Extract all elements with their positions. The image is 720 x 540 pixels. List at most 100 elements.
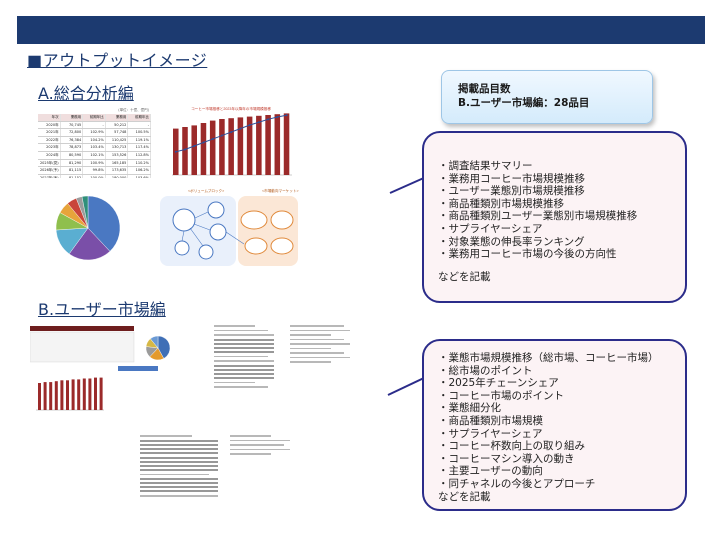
diagram-right-label: <市場動向マーケット> xyxy=(262,188,299,193)
table-row: 2023年 78,873 103.4% 130,713 117.4% xyxy=(38,144,151,152)
table-cell: 81,152 xyxy=(61,174,84,178)
callout-a-item: ・サプライヤーシェア xyxy=(438,222,543,235)
thumb-user-market-chart xyxy=(30,322,180,414)
callout-b-list: ・業態市場規模推移（総市場、コーヒー市場） ・総市場のポイント ・2025年チェーン… xyxy=(438,352,685,491)
diagram-node xyxy=(207,201,225,219)
diagram-node xyxy=(172,208,196,232)
callout-a-item: ・対象業態の伸長率ランキング xyxy=(438,235,585,248)
section-a-title: A.総合分析編 xyxy=(38,84,134,103)
line-point xyxy=(248,124,251,127)
table-cell: 2027年(予) xyxy=(38,174,61,178)
table-row: 2025年(見) 81,290 100.9% 165,185 110.2% xyxy=(38,159,151,168)
table-cell: 117.4% xyxy=(128,144,151,151)
page-title: ■アウトプットイメージ xyxy=(27,51,208,70)
table-cell: 119.1% xyxy=(128,136,151,144)
bar-chart-svg: コーヒー市場推移と2023年以降年の市場規模推移 xyxy=(172,106,292,176)
table-cell: 102.1% xyxy=(83,151,106,159)
table-row: 2021年 72,800 102.9% 57,748 100.5% xyxy=(38,129,151,137)
callout-b-item: ・サプライヤーシェア xyxy=(438,427,543,440)
line-point xyxy=(174,150,177,153)
item-count-label: 掲載品目数 xyxy=(458,83,511,95)
bar-mark xyxy=(237,117,244,175)
line-point xyxy=(230,131,233,134)
line-point xyxy=(257,121,260,124)
callout-a-item: ・商品種類別ユーザー業態別市場規模推移 xyxy=(438,210,638,223)
thumb-doc-page-2 xyxy=(286,322,354,414)
diagram-node xyxy=(270,210,294,230)
callout-a-list: ・調査結果サマリー ・業務用コーヒー市場規模推移 ・ユーザー業態別市場規模推移・商品… xyxy=(438,160,685,261)
item-count-value: B.ユーザー市場編：28品目 xyxy=(458,97,590,109)
bar-mark xyxy=(274,114,281,175)
thumb-doc-page-1 xyxy=(210,322,278,414)
table-row: 2027年(予) 81,152 100.0% 180,000 103.6% xyxy=(38,174,151,178)
bar-mark xyxy=(77,379,81,410)
section-b-title: B.ユーザー市場編 xyxy=(38,300,166,319)
callout-a-item: ・ユーザー業態別市場規模推移 xyxy=(438,185,585,198)
table-cell: 72,800 xyxy=(61,129,84,136)
thumb-bar-chart: コーヒー市場推移と2023年以降年の市場規模推移 xyxy=(162,103,300,183)
callout-b-item: ・業態細分化 xyxy=(438,402,501,415)
line-point xyxy=(239,127,242,130)
line-point xyxy=(193,145,196,147)
bar-mark xyxy=(54,381,58,410)
diagram-node xyxy=(174,240,190,256)
bar-mark xyxy=(94,377,97,410)
bar-mark xyxy=(82,378,86,410)
line-point xyxy=(267,118,270,121)
bar-mark xyxy=(60,380,64,410)
callout-a-item: ・調査結果サマリー xyxy=(438,160,533,172)
table-cell: 103.6% xyxy=(128,174,151,178)
bar-mark xyxy=(209,120,216,175)
table-header xyxy=(30,326,134,331)
diagram-node xyxy=(198,244,214,260)
bar-mark xyxy=(66,380,69,410)
bar-mark xyxy=(256,115,262,175)
line-point xyxy=(285,114,288,117)
bar-mark xyxy=(99,377,103,410)
diagram-node xyxy=(209,223,227,241)
diagram-left-label: <ボリュームブロック> xyxy=(188,188,224,193)
table-cell: 70,745 xyxy=(61,121,84,129)
table-cell: 2024年 xyxy=(38,151,61,159)
table-cell: 165,185 xyxy=(106,159,129,167)
table-body: 年次 業務用 前期年比 業務用 前期年比 2020年 70,745-50,212-2021年… xyxy=(38,114,151,178)
table-cell: 81,115 xyxy=(61,167,84,174)
callout-b-item: ・同チャネルの今後とアプローチ xyxy=(438,477,596,490)
table-cell: 103.4% xyxy=(83,144,106,151)
table-cell: 173,635 xyxy=(106,167,129,174)
table-cell: 78,873 xyxy=(61,144,84,151)
table-cell: 112.8% xyxy=(128,151,151,159)
callout-b-item: ・商品種類別市場規模 xyxy=(438,414,543,427)
table-row: 2020年 70,745-50,212- xyxy=(38,121,151,130)
thumb-market-diagram: <ボリュームブロック> <市場動向マーケット> xyxy=(158,186,300,268)
callout-a-item: ・業務用コーヒー市場の今後の方向性 xyxy=(438,248,617,261)
table-cell: 業務用 xyxy=(60,114,84,121)
table-cell: 50,212 xyxy=(106,121,129,129)
table-cell: 106.2% xyxy=(128,167,151,174)
bar-mark xyxy=(219,119,225,175)
callout-b-item: ・総市場のポイント xyxy=(438,364,533,377)
callout-b-item: ・コーヒーマシン導入の動き xyxy=(438,452,575,465)
table-cell: 100.0% xyxy=(83,174,106,178)
table-cell: 業務用 xyxy=(105,114,129,121)
diagram-node xyxy=(244,237,268,255)
table-row: 2024年 80,590 102.1% 153,526 112.8% xyxy=(38,151,151,160)
callout-b-note: などを記載 xyxy=(438,490,491,503)
diagram-node xyxy=(240,210,268,230)
thumb-market-table: (単位：十億、億円) 年次 業務用 前期年比 業務用 前期年比 2020年 70,745-5… xyxy=(38,108,151,178)
line-point xyxy=(276,116,279,118)
table-cell: 110,425 xyxy=(106,136,129,144)
table-cell: 年次 xyxy=(38,114,61,121)
bar-mark xyxy=(283,113,290,175)
callout-a-item: ・業務用コーヒー市場規模推移 xyxy=(438,172,585,185)
bar-mark xyxy=(182,127,188,175)
diagram-node xyxy=(270,237,294,255)
bar-mark xyxy=(200,123,207,175)
bar-mark xyxy=(228,118,234,175)
table-cell: 100.5% xyxy=(128,129,151,136)
callout-section-b: ・業態市場規模推移（総市場、コーヒー市場） ・総市場のポイント ・2025年チェーン… xyxy=(422,339,687,511)
line-point xyxy=(184,148,186,151)
table-cell: 99.8% xyxy=(83,167,106,174)
table-cell: 100.9% xyxy=(83,159,106,167)
thumb-doc-page-4 xyxy=(226,432,294,524)
